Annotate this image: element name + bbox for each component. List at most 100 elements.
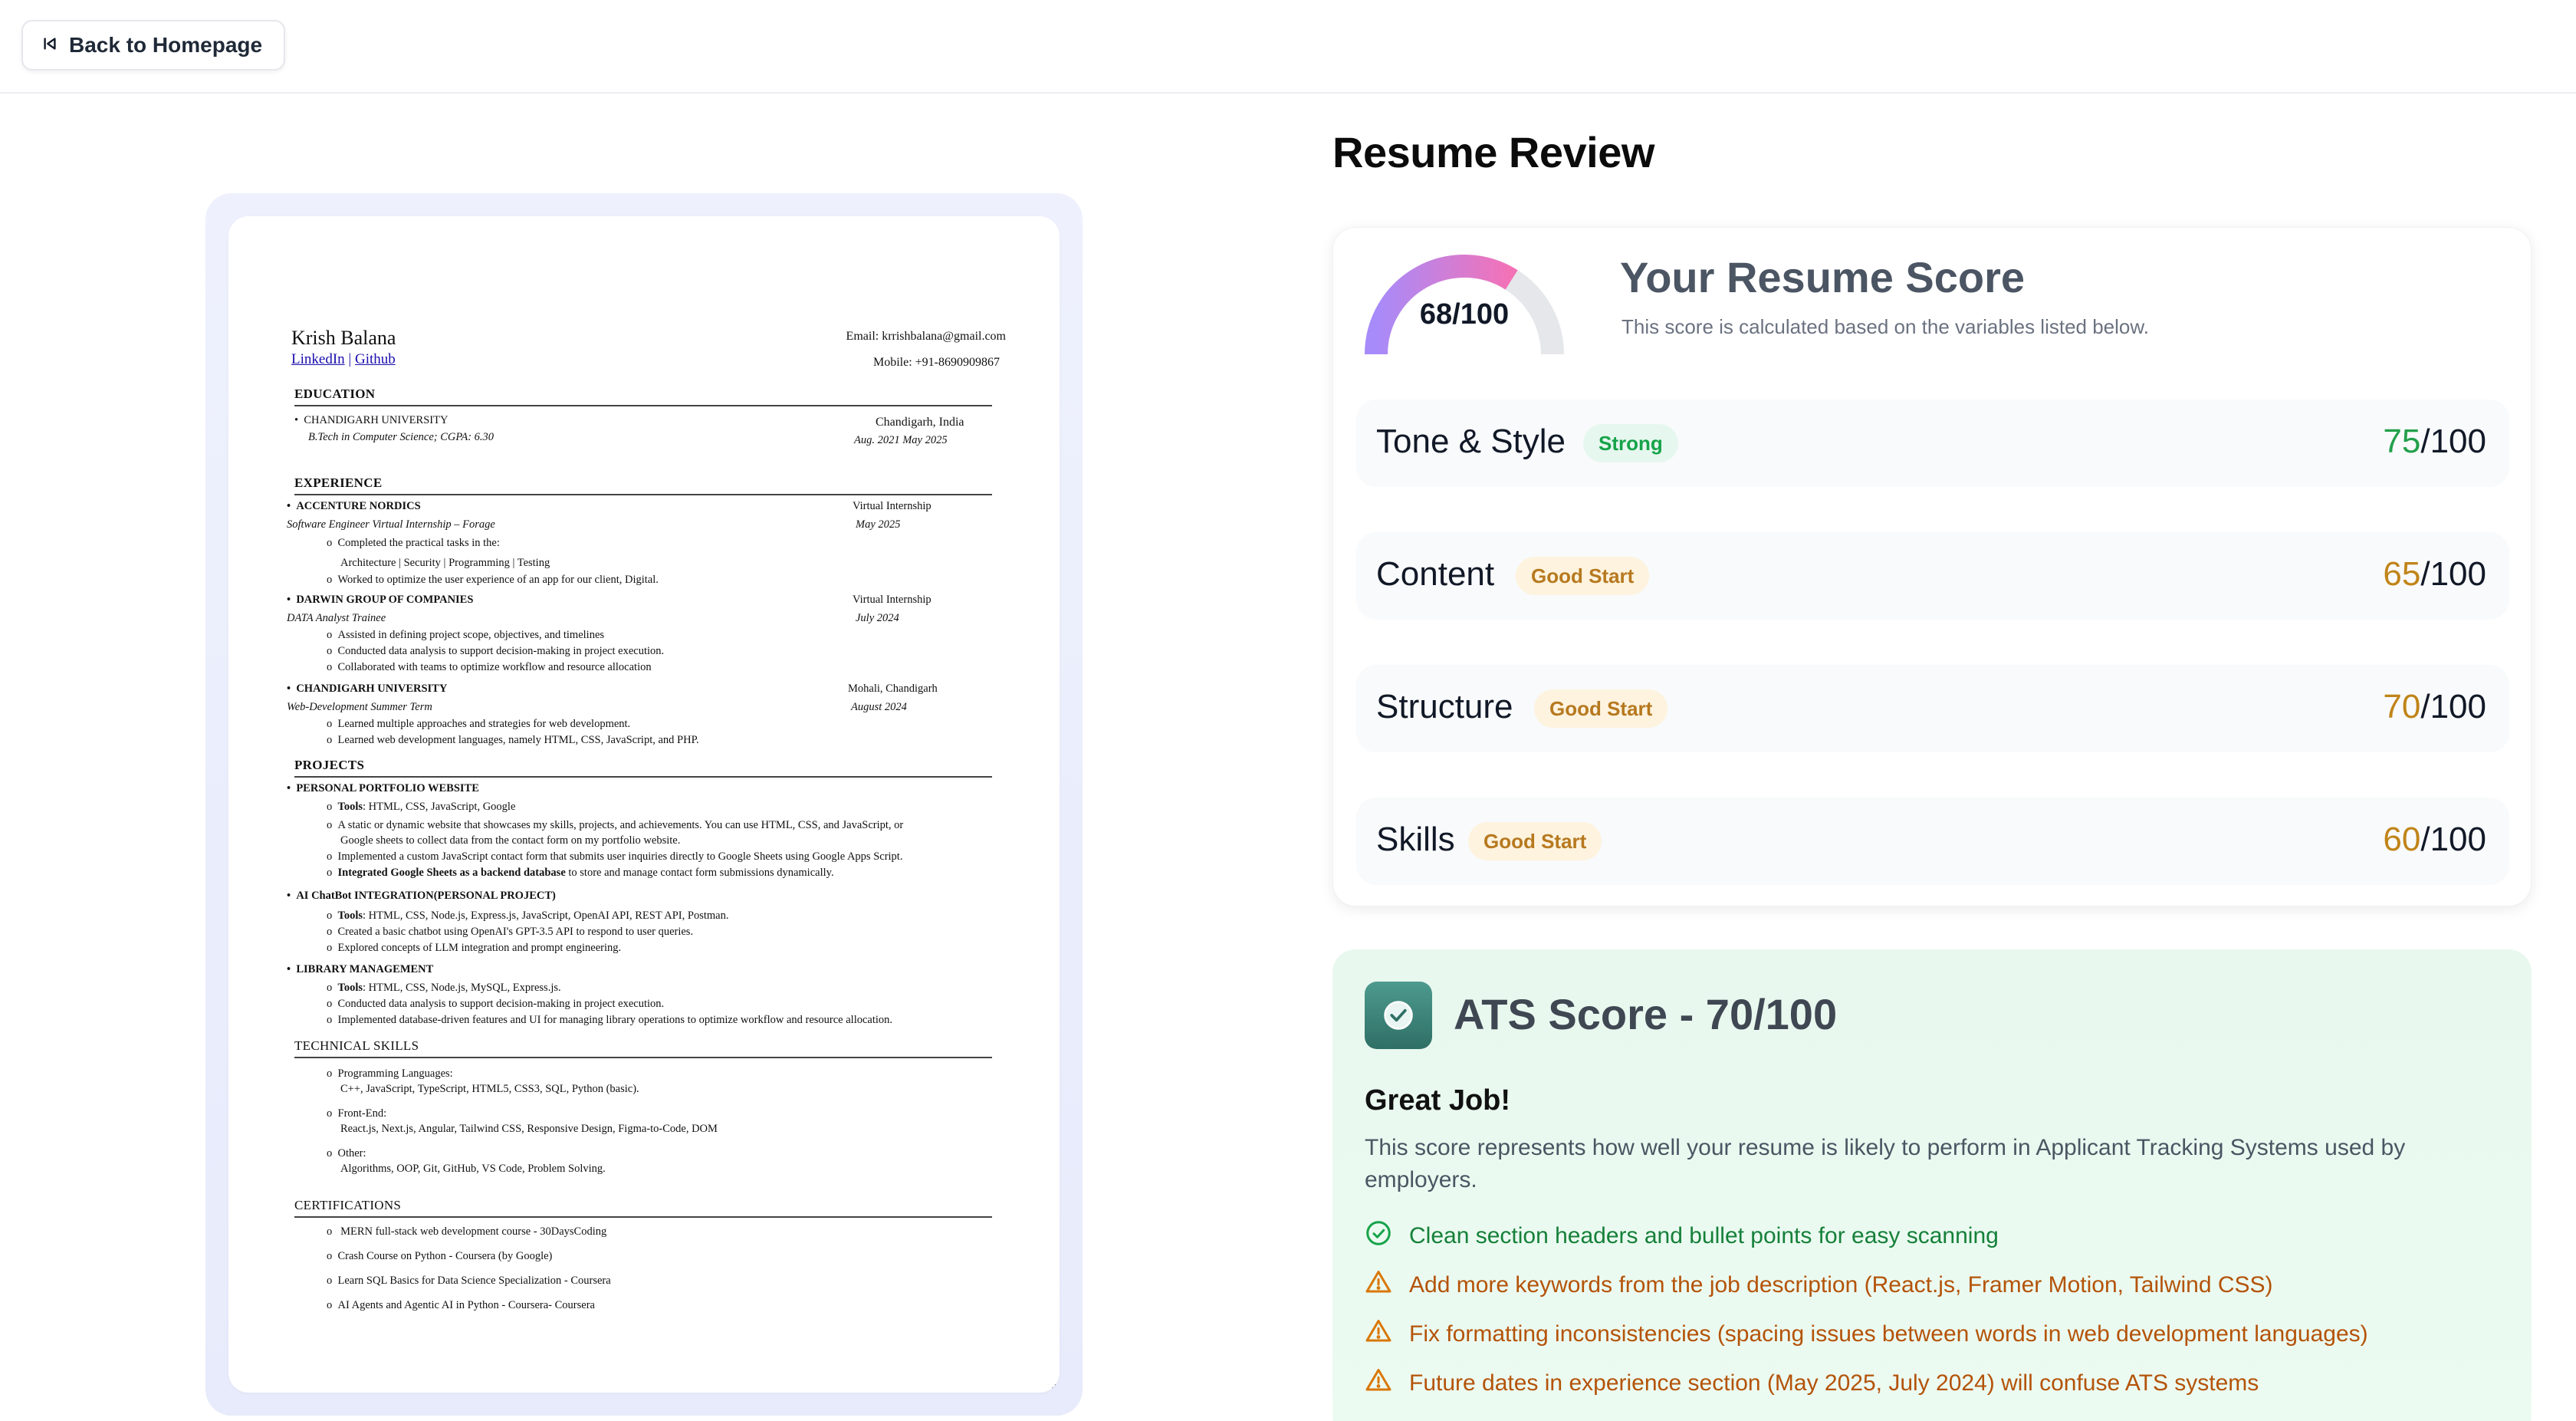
resume-edu-dates: Aug. 2021 May 2025	[854, 434, 948, 446]
category-row-structure: Structure Good Start 70/100	[1356, 665, 2509, 752]
resume-project1-bullet: o Implemented a custom JavaScript contac…	[327, 850, 903, 863]
resume-edu-school: • CHANDIGARH UNIVERSITY	[294, 414, 449, 426]
resume-project3-bullet: o Implemented database-driven features a…	[327, 1014, 893, 1026]
resume-section-education: EDUCATION	[294, 386, 992, 406]
resume-skill-label: o Other:	[327, 1147, 366, 1159]
check-circle-icon	[1365, 1219, 1392, 1253]
resume-exp3-company: • CHANDIGARH UNIVERSITY	[287, 683, 448, 695]
resume-project1-bullet: o Tools: HTML, CSS, JavaScript, Google	[327, 801, 516, 813]
warning-icon	[1365, 1367, 1392, 1400]
resume-exp3-location: Mohali, Chandigarh	[848, 683, 938, 695]
score-subtext: This score is calculated based on the va…	[1622, 315, 2149, 338]
resume-project1-bullet: o A static or dynamic website that showc…	[327, 819, 904, 831]
resume-project2-bullet: o Explored concepts of LLM integration a…	[327, 942, 622, 954]
resume-email: Email: krrishbalana@gmail.com	[846, 330, 1006, 343]
ats-score-card: ATS Score - 70/100 Great Job! This score…	[1332, 949, 2532, 1421]
resume-cert-item: o MERN full-stack web development course…	[327, 1225, 607, 1238]
resume-project3-title: • LIBRARY MANAGEMENT	[287, 963, 434, 975]
resume-project1-bullet: o Integrated Google Sheets as a backend …	[327, 867, 834, 879]
category-score: 70/100	[2383, 688, 2486, 725]
warning-icon	[1365, 1268, 1392, 1302]
resume-document[interactable]: Krish Balana LinkedIn | Github Email: kr…	[228, 216, 1060, 1393]
category-badge: Good Start	[1516, 557, 1650, 595]
resume-skill-value: React.js, Next.js, Angular, Tailwind CSS…	[340, 1123, 718, 1135]
category-name: Structure	[1376, 688, 1513, 725]
ats-headline: Great Job!	[1365, 1084, 1511, 1117]
ats-description: This score represents how well your resu…	[1365, 1135, 2406, 1192]
resume-project2-bullet: o Tools: HTML, CSS, Node.js, Express.js,…	[327, 910, 729, 922]
top-bar: Back to Homepage	[0, 0, 2576, 94]
category-score: 65/100	[2383, 555, 2486, 593]
resume-section-skills: TECHNICAL SKILLS	[294, 1038, 992, 1058]
overall-score-label: 68/100	[1419, 298, 1510, 331]
resume-exp1-bullet: o Completed the practical tasks in the:	[327, 537, 500, 549]
resume-section-projects: PROJECTS	[294, 758, 992, 778]
skip-back-icon	[41, 33, 58, 58]
category-badge: Strong	[1583, 424, 1678, 462]
category-row-content: Content Good Start 65/100	[1356, 532, 2509, 620]
resume-skill-label: o Programming Languages:	[327, 1067, 453, 1080]
resume-score-card: 68/100 Your Resume Score This score is c…	[1332, 227, 2532, 906]
ats-tip: Add more keywords from the job descripti…	[1365, 1270, 2273, 1301]
resume-exp1-bullet: o Worked to optimize the user experience…	[327, 574, 659, 586]
resume-project1-title: • PERSONAL PORTFOLIO WEBSITE	[287, 782, 479, 794]
resume-cert-item: o Crash Course on Python - Coursera (by …	[327, 1250, 553, 1262]
back-to-homepage-button[interactable]: Back to Homepage	[21, 20, 286, 71]
ats-tip: Fix formatting inconsistencies (spacing …	[1365, 1319, 2368, 1350]
category-row-skills: Skills Good Start 60/100	[1356, 798, 2509, 885]
category-name: Content	[1376, 555, 1495, 593]
resume-exp3-role: Web-Development Summer Term	[287, 701, 432, 713]
page-title: Resume Review	[1332, 128, 1654, 176]
resume-exp1-bullet: Architecture | Security | Programming | …	[340, 557, 550, 569]
linkedin-link[interactable]: LinkedIn	[291, 351, 345, 367]
ats-badge-icon	[1365, 982, 1432, 1049]
category-name: Tone & Style	[1376, 423, 1566, 460]
resume-name: Krish Balana	[291, 327, 396, 349]
resume-cert-item: o Learn SQL Basics for Data Science Spec…	[327, 1275, 611, 1287]
resume-section-certifications: CERTIFICATIONS	[294, 1198, 992, 1218]
resume-preview-frame: Krish Balana LinkedIn | Github Email: kr…	[205, 193, 1083, 1416]
resume-project1-bullet: Google sheets to collect data from the c…	[340, 834, 681, 847]
resume-exp2-bullet: o Collaborated with teams to optimize wo…	[327, 661, 652, 673]
resume-exp1-role: Software Engineer Virtual Internship – F…	[287, 518, 495, 531]
category-badge: Good Start	[1534, 689, 1668, 728]
resume-skill-value: C++, JavaScript, TypeScript, HTML5, CSS3…	[340, 1083, 639, 1095]
resume-project2-bullet: o Created a basic chatbot using OpenAI's…	[327, 926, 694, 938]
resume-project3-bullet: o Tools: HTML, CSS, Node.js, MySQL, Expr…	[327, 982, 561, 994]
resize-corner-icon[interactable]: ⌟	[1051, 1378, 1056, 1391]
github-link[interactable]: Github	[355, 351, 396, 367]
resume-exp2-bullet: o Assisted in defining project scope, ob…	[327, 629, 605, 641]
ats-tip: Clean section headers and bullet points …	[1365, 1221, 1999, 1252]
resume-exp1-date: May 2025	[856, 518, 901, 531]
category-badge: Good Start	[1468, 822, 1602, 860]
resume-project3-bullet: o Conducted data analysis to support dec…	[327, 998, 665, 1010]
resume-exp1-company: • ACCENTURE NORDICS	[287, 500, 421, 512]
ats-title: ATS Score - 70/100	[1454, 990, 1838, 1038]
warning-icon	[1365, 1317, 1392, 1351]
resume-cert-item: o AI Agents and Agentic AI in Python - C…	[327, 1299, 595, 1311]
resume-project2-title: • AI ChatBot INTEGRATION(PERSONAL PROJEC…	[287, 890, 556, 902]
resume-edu-degree: B.Tech in Computer Science; CGPA: 6.30	[308, 431, 495, 443]
category-score: 60/100	[2383, 821, 2486, 858]
category-score: 75/100	[2383, 423, 2486, 460]
resume-exp2-bullet: o Conducted data analysis to support dec…	[327, 645, 665, 657]
resume-exp3-bullet: o Learned web development languages, nam…	[327, 734, 699, 746]
resume-edu-location: Chandigarh, India	[876, 416, 964, 429]
resume-skill-label: o Front-End:	[327, 1107, 387, 1120]
back-button-label: Back to Homepage	[69, 33, 263, 57]
resume-skill-value: Algorithms, OOP, Git, GitHub, VS Code, P…	[340, 1163, 606, 1175]
resume-exp2-type: Virtual Internship	[853, 594, 932, 606]
category-row-tone-style: Tone & Style Strong 75/100	[1356, 400, 2509, 487]
resume-exp2-date: July 2024	[856, 612, 899, 624]
resume-exp1-type: Virtual Internship	[853, 500, 932, 512]
resume-exp2-role: DATA Analyst Trainee	[287, 612, 386, 624]
resume-links: LinkedIn | Github	[291, 351, 396, 367]
resume-section-experience: EXPERIENCE	[294, 475, 992, 495]
score-heading: Your Resume Score	[1620, 253, 2026, 301]
resume-mobile: Mobile: +91-8690909867	[872, 356, 1000, 369]
ats-tip: Future dates in experience section (May …	[1365, 1368, 2259, 1399]
resume-exp3-bullet: o Learned multiple approaches and strate…	[327, 718, 631, 730]
resume-exp3-date: August 2024	[851, 701, 907, 713]
category-name: Skills	[1376, 821, 1455, 858]
resume-exp2-company: • DARWIN GROUP OF COMPANIES	[287, 594, 474, 606]
